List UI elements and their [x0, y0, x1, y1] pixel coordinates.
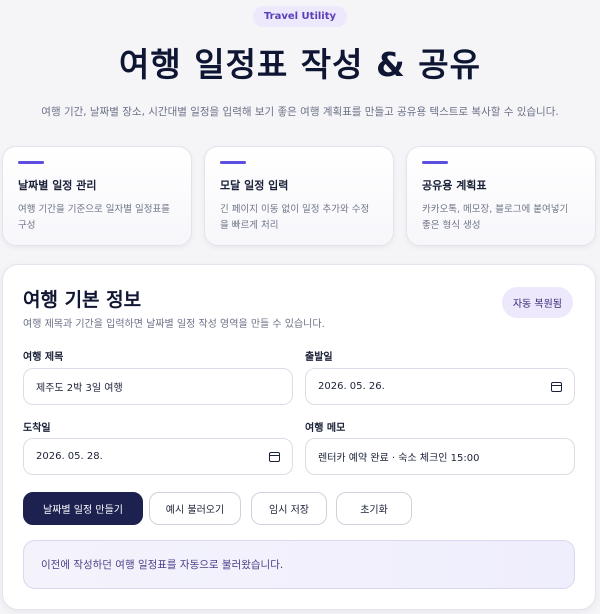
feature-desc: 카카오톡, 메모장, 블로그에 붙여넣기 좋은 형식 생성 [422, 202, 580, 234]
memo-value: 렌터카 예약 완료 · 숙소 체크인 15:00 [318, 453, 480, 464]
page-title: 여행 일정표 작성 & 공유 [119, 45, 481, 84]
arrival-label: 도착일 [23, 423, 51, 434]
reset-button[interactable]: 초기화 [336, 492, 412, 525]
trip-title-input[interactable]: 제주도 2박 3일 여행 [23, 368, 293, 405]
make-days-button[interactable]: 날짜별 일정 만들기 [23, 492, 143, 525]
page-subtitle: 여행 기간, 날짜별 장소, 시간대별 일정을 입력해 보기 좋은 여행 계획표… [41, 106, 559, 118]
load-example-button[interactable]: 예시 불러오기 [149, 492, 241, 525]
memo-label: 여행 메모 [305, 423, 346, 434]
accent-bar [220, 161, 246, 164]
card-description: 여행 제목과 기간을 입력하면 날짜별 일정 작성 영역을 만들 수 있습니다. [23, 319, 325, 330]
feature-desc-line: 구성 [18, 220, 36, 231]
temp-save-button[interactable]: 임시 저장 [251, 492, 327, 525]
arrival-date-value: 2026. 05. 28. [36, 451, 103, 462]
category-pill: Travel Utility [252, 6, 348, 27]
feature-desc: 여행 기간을 기준으로 일자별 일정표를 구성 [18, 202, 176, 234]
feature-desc-line: 여행 기간을 기준으로 일자별 일정표를 [18, 204, 170, 215]
calendar-icon[interactable] [269, 451, 280, 462]
trip-title-value: 제주도 2박 3일 여행 [36, 383, 123, 394]
feature-card-daily: 날짜별 일정 관리 여행 기간을 기준으로 일자별 일정표를 구성 [2, 146, 192, 246]
feature-title: 모달 일정 입력 [220, 179, 289, 192]
feature-desc-line: 카카오톡, 메모장, 블로그에 붙여넣기 [422, 204, 569, 215]
feature-desc-line: 긴 페이지 이동 없이 일정 추가와 수정 [220, 204, 370, 215]
feature-desc-line: 좋은 형식 생성 [422, 220, 481, 231]
feature-cards: 날짜별 일정 관리 여행 기간을 기준으로 일자별 일정표를 구성 모달 일정 … [2, 146, 596, 246]
arrival-date-input[interactable]: 2026. 05. 28. [23, 438, 293, 475]
memo-input[interactable]: 렌터카 예약 완료 · 숙소 체크인 15:00 [305, 438, 575, 475]
calendar-icon[interactable] [551, 381, 562, 392]
accent-bar [422, 161, 448, 164]
feature-desc: 긴 페이지 이동 없이 일정 추가와 수정 을 빠르게 처리 [220, 202, 378, 234]
trip-title-label: 여행 제목 [23, 352, 64, 363]
hero-section: Travel Utility 여행 일정표 작성 & 공유 여행 기간, 날짜별… [0, 0, 600, 119]
auto-restore-badge: 자동 복원됨 [501, 287, 573, 318]
card-title: 여행 기본 정보 [23, 289, 142, 311]
restore-notice: 이전에 작성하던 여행 일정표를 자동으로 불러왔습니다. [23, 540, 575, 589]
feature-desc-line: 을 빠르게 처리 [220, 220, 279, 231]
feature-card-modal: 모달 일정 입력 긴 페이지 이동 없이 일정 추가와 수정 을 빠르게 처리 [204, 146, 394, 246]
accent-bar [18, 161, 44, 164]
departure-date-input[interactable]: 2026. 05. 26. [305, 368, 575, 405]
trip-info-card: 여행 기본 정보 여행 제목과 기간을 입력하면 날짜별 일정 작성 영역을 만… [2, 264, 596, 610]
feature-title: 공유용 계획표 [422, 179, 487, 192]
feature-card-share: 공유용 계획표 카카오톡, 메모장, 블로그에 붙여넣기 좋은 형식 생성 [406, 146, 596, 246]
departure-date-value: 2026. 05. 26. [318, 381, 385, 392]
feature-title: 날짜별 일정 관리 [18, 179, 97, 192]
departure-label: 출발일 [305, 352, 333, 363]
